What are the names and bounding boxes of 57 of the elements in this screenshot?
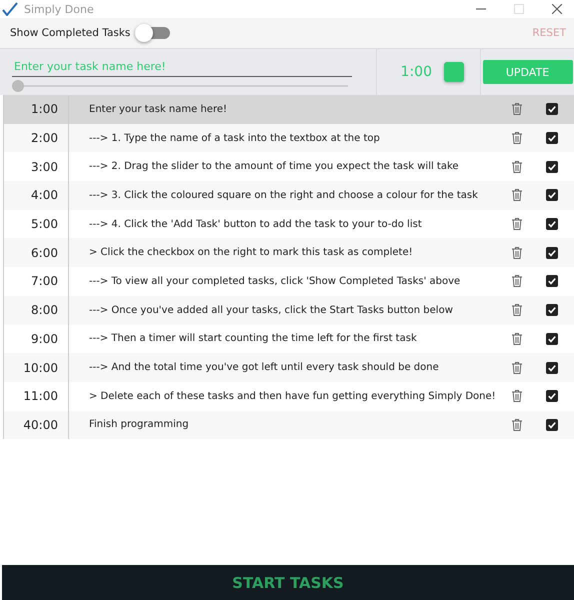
trash-icon[interactable] xyxy=(512,189,522,202)
trash-icon[interactable] xyxy=(512,218,522,230)
toggle-label: Show Completed Tasks xyxy=(10,27,130,39)
checkbox[interactable] xyxy=(546,132,558,144)
task-name: ---> Then a timer will start counting the time left for the first task xyxy=(88,333,418,344)
trash-icon[interactable] xyxy=(512,132,522,144)
checkbox[interactable] xyxy=(546,390,558,402)
task-name: > Click the checkbox on the right to mark this task as complete! xyxy=(88,247,414,258)
task-name: Finish programming xyxy=(88,419,190,430)
window-title: Simply Done xyxy=(24,2,94,16)
checkbox[interactable] xyxy=(546,218,558,230)
task-time: 40:00 xyxy=(4,410,69,440)
task-row[interactable]: 5:00 ---> 4. Click the 'Add Task' button to add the task to your to-do list xyxy=(4,210,574,238)
task-row[interactable]: 4:00 ---> 3. Click the coloured square on the right and choose a colour for the task xyxy=(4,181,574,210)
checkbox[interactable] xyxy=(546,246,558,259)
trash-icon[interactable] xyxy=(512,160,522,173)
task-row[interactable]: 9:00 ---> Then a timer will start counting the time left for the first task xyxy=(4,324,574,354)
task-name: ---> To view all your completed tasks, click 'Show Completed Tasks' above xyxy=(88,276,462,287)
task-row[interactable]: 2:00 ---> 1. Type the name of a task into the textbox at the top xyxy=(4,124,574,152)
task-name: ---> 2. Drag the slider to the amount of time you expect the task will take xyxy=(88,161,460,172)
task-name-field[interactable]: Enter your task name here! xyxy=(12,58,352,77)
trash-icon[interactable] xyxy=(512,304,522,316)
task-name: ---> 4. Click the 'Add Task' button to add the task to your to-do list xyxy=(88,218,423,230)
task-name: ---> And the total time you've got left until every task should be done xyxy=(88,362,440,374)
trash-icon[interactable] xyxy=(512,103,522,116)
task-name: ---> 3. Click the coloured square on the right and choose a colour for the task xyxy=(88,190,479,201)
task-name: Enter your task name here! xyxy=(88,104,228,115)
time-display: 1:00 xyxy=(400,64,432,80)
slider-thumb[interactable] xyxy=(12,80,24,92)
trash-icon[interactable] xyxy=(512,332,522,345)
task-row[interactable]: 10:00 ---> And the total time you've got left until every task should be done xyxy=(4,353,574,382)
close-icon[interactable] xyxy=(552,4,562,14)
duration-slider[interactable] xyxy=(12,80,348,92)
checkbox[interactable] xyxy=(546,160,558,173)
task-row[interactable]: 1:00 Enter your task name here! xyxy=(4,95,574,124)
checkbox[interactable] xyxy=(546,275,558,288)
task-name: ---> 1. Type the name of a task into the textbox at the top xyxy=(88,132,381,144)
checkmark-icon xyxy=(2,2,18,16)
checkbox[interactable] xyxy=(546,418,558,431)
task-row[interactable]: 6:00 > Click the checkbox on the right to mark this task as complete! xyxy=(4,238,574,268)
task-name: > Delete each of these tasks and then have fun getting everything Simply Done! xyxy=(88,390,497,402)
checkbox[interactable] xyxy=(546,189,558,202)
trash-icon[interactable] xyxy=(512,418,522,431)
checkbox[interactable] xyxy=(546,304,558,316)
color-swatch[interactable] xyxy=(444,62,464,82)
checkbox[interactable] xyxy=(546,362,558,374)
trash-icon[interactable] xyxy=(512,246,522,259)
task-row[interactable]: 40:00 Finish programming xyxy=(4,410,574,440)
checkbox[interactable] xyxy=(546,103,558,116)
toggle-switch[interactable] xyxy=(138,27,170,39)
task-name: ---> Once you've added all your tasks, click the Start Tasks button below xyxy=(88,304,454,316)
task-row[interactable]: 8:00 ---> Once you've added all your tasks, click the Start Tasks button below xyxy=(4,296,574,324)
checkbox[interactable] xyxy=(546,332,558,345)
trash-icon[interactable] xyxy=(512,362,522,374)
start-tasks-button[interactable]: START TASKS xyxy=(2,565,574,600)
trash-icon[interactable] xyxy=(512,390,522,402)
trash-icon[interactable] xyxy=(512,275,522,288)
